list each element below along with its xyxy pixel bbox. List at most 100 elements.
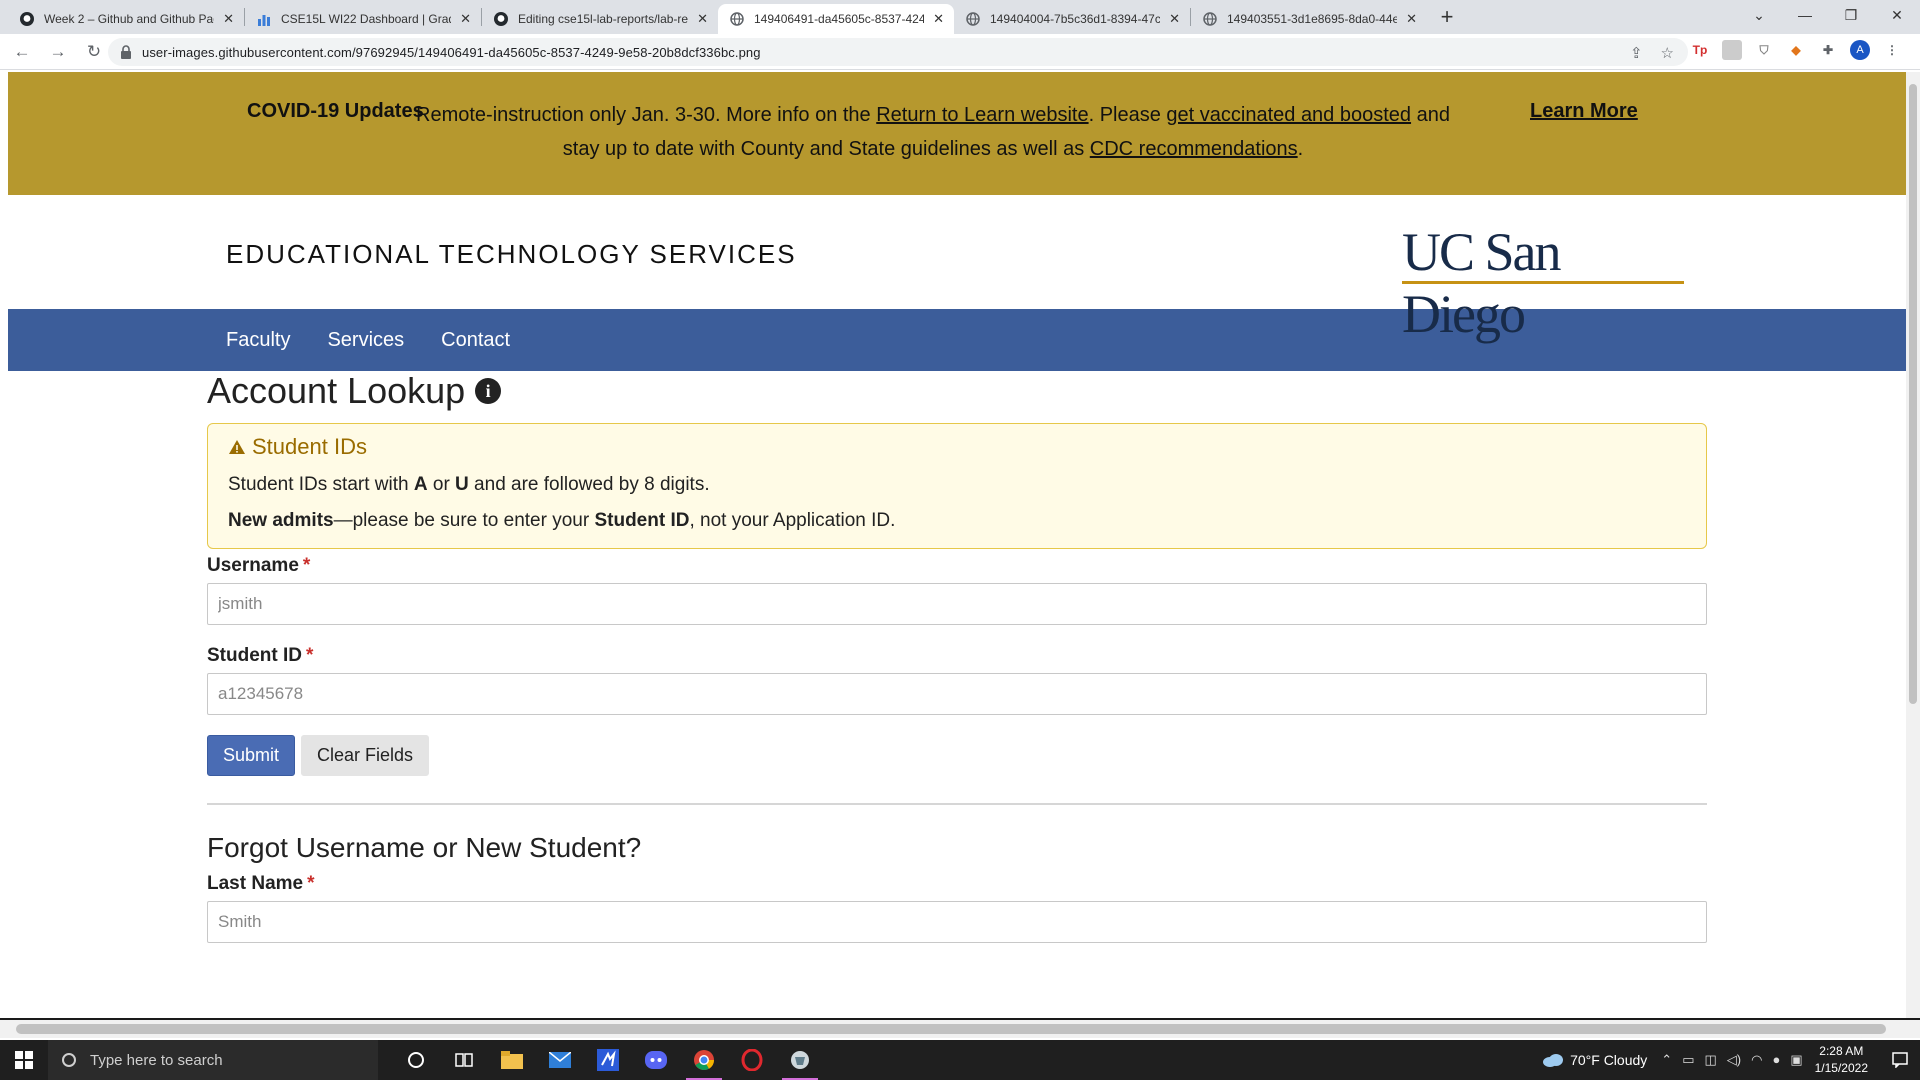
bookmark-star-icon[interactable]: ☆	[1661, 44, 1674, 62]
github-icon	[494, 12, 508, 26]
taskbar-search[interactable]: Type here to search	[48, 1040, 378, 1080]
back-icon[interactable]: ←	[8, 38, 36, 66]
scrollbar-thumb[interactable]	[16, 1024, 1886, 1034]
vertical-scrollbar[interactable]	[1906, 72, 1920, 1018]
alert-text: , not your Application ID.	[689, 510, 896, 531]
close-icon[interactable]: ✕	[697, 11, 708, 27]
clear-fields-button[interactable]: Clear Fields	[301, 735, 430, 776]
alert-text: —please be sure to enter your	[333, 510, 595, 531]
url-text: user-images.githubusercontent.com/976929…	[142, 44, 761, 60]
tray-icons: ⌃ ▭ ◫ ◁) ◠ ● ▣	[1661, 1052, 1802, 1068]
window-close-icon[interactable]: ✕	[1874, 0, 1920, 30]
last-name-label-text: Last Name	[207, 873, 304, 894]
share-icon[interactable]: ⇪	[1630, 44, 1643, 62]
main-nav: Faculty Services Contact	[8, 309, 1906, 371]
close-icon[interactable]: ✕	[1169, 11, 1180, 27]
new-tab-button[interactable]: +	[1433, 3, 1461, 31]
browser-tab[interactable]: Editing cse15l-lab-reports/lab-re ✕	[482, 4, 718, 34]
globe-icon	[730, 12, 744, 26]
file-explorer-icon[interactable]	[488, 1040, 536, 1080]
covid-message: Remote-instruction only Jan. 3-30. More …	[408, 98, 1458, 166]
form-buttons: Submit Clear Fields	[207, 735, 1707, 776]
discord-icon[interactable]	[632, 1040, 680, 1080]
close-icon[interactable]: ✕	[933, 11, 944, 27]
forgot-section-title: Forgot Username or New Student?	[207, 832, 642, 863]
student-id-alert: Student IDs Student IDs start with A or …	[207, 423, 1707, 549]
battery-icon[interactable]: ▭	[1682, 1052, 1694, 1068]
main-content: Account Lookup i Student IDs Student IDs…	[207, 370, 1707, 943]
close-icon[interactable]: ✕	[1406, 11, 1417, 27]
covid-banner: COVID-19 Updates Remote-instruction only…	[8, 72, 1906, 195]
nav-services[interactable]: Services	[327, 329, 404, 352]
scrollbar-thumb[interactable]	[1909, 84, 1917, 704]
site-title[interactable]: EDUCATIONAL TECHNOLOGY SERVICES	[226, 239, 797, 270]
notification-icon[interactable]	[1880, 1040, 1920, 1080]
last-name-label: Last Name *	[207, 873, 1707, 895]
display-icon[interactable]: ▣	[1790, 1052, 1802, 1068]
info-icon[interactable]: i	[475, 378, 502, 404]
weather-text: 70°F Cloudy	[1570, 1052, 1648, 1068]
opera-icon[interactable]	[728, 1040, 776, 1080]
globe-icon	[966, 12, 980, 26]
return-to-learn-link[interactable]: Return to Learn website	[876, 104, 1088, 126]
browser-menu-icon[interactable]: ⋮	[1882, 40, 1902, 60]
browser-tab[interactable]: Week 2 – Github and Github Pag ✕	[8, 4, 244, 34]
extensions-puzzle-icon[interactable]: ✚	[1818, 40, 1838, 60]
chrome-icon[interactable]	[680, 1040, 728, 1080]
wifi-icon[interactable]: ◠	[1751, 1052, 1762, 1068]
horizontal-scrollbar[interactable]	[0, 1018, 1920, 1038]
browser-tab[interactable]: CSE15L WI22 Dashboard | Grade ✕	[245, 4, 481, 34]
site-header: EDUCATIONAL TECHNOLOGY SERVICES UC San D…	[8, 195, 1906, 344]
vaccinated-link[interactable]: get vaccinated and boosted	[1166, 104, 1411, 126]
volume-icon[interactable]: ◁)	[1727, 1052, 1741, 1068]
tab-title: CSE15L WI22 Dashboard | Grade	[281, 12, 451, 26]
weather-widget[interactable]: 70°F Cloudy	[1542, 1052, 1647, 1068]
alert-title: Student IDs	[228, 432, 1686, 462]
restore-icon[interactable]: ❐	[1828, 0, 1874, 30]
github-icon	[20, 12, 34, 26]
student-id-input[interactable]	[207, 673, 1707, 715]
last-name-input[interactable]	[207, 901, 1707, 943]
ucsd-logo[interactable]: UC San Diego	[1402, 221, 1692, 344]
nav-faculty[interactable]: Faculty	[226, 329, 290, 352]
student-id-label: Student ID *	[207, 645, 1707, 667]
address-bar[interactable]: user-images.githubusercontent.com/976929…	[108, 38, 1688, 66]
close-icon[interactable]: ✕	[223, 11, 234, 27]
cdc-link[interactable]: CDC recommendations	[1090, 138, 1298, 160]
extension-grey-icon[interactable]	[1722, 40, 1742, 60]
address-toolbar: ← → ↻ user-images.githubusercontent.com/…	[0, 34, 1920, 70]
mail-icon[interactable]	[536, 1040, 584, 1080]
cortana-icon[interactable]	[392, 1040, 440, 1080]
taskbar-clock[interactable]: 2:28 AM 1/15/2022	[1815, 1043, 1868, 1077]
nav-contact[interactable]: Contact	[441, 329, 510, 352]
browser-tab[interactable]: 149403551-3d1e8695-8da0-44e ✕	[1191, 4, 1427, 34]
close-icon[interactable]: ✕	[460, 11, 471, 27]
alert-bold: U	[455, 474, 469, 495]
windows-start-icon[interactable]	[0, 1040, 48, 1080]
reload-icon[interactable]: ↻	[80, 38, 108, 66]
bar-chart-icon	[258, 15, 270, 26]
browser-tab[interactable]: 149404004-7b5c36d1-8394-47c ✕	[954, 4, 1190, 34]
covid-text: . Please	[1088, 104, 1167, 126]
clock-time: 2:28 AM	[1819, 1044, 1864, 1058]
extension-shield-icon[interactable]: ⛉	[1754, 40, 1774, 60]
username-label-text: Username	[207, 555, 299, 576]
minimize-icon[interactable]: —	[1782, 0, 1828, 30]
extension-tp-icon[interactable]: Tp	[1690, 40, 1710, 60]
alert-bold: New admits	[228, 510, 334, 531]
tab-search-icon[interactable]: ⌄	[1736, 0, 1782, 30]
chevron-up-icon[interactable]: ⌃	[1661, 1052, 1672, 1068]
device-icon[interactable]: ◫	[1704, 1052, 1716, 1068]
extension-fox-icon[interactable]: ◆	[1786, 40, 1806, 60]
learn-more-link[interactable]: Learn More	[1530, 100, 1638, 123]
page-viewport: COVID-19 Updates Remote-instruction only…	[8, 72, 1906, 1018]
task-view-icon[interactable]	[440, 1040, 488, 1080]
submit-button[interactable]: Submit	[207, 735, 296, 776]
app-icon[interactable]	[776, 1040, 824, 1080]
forward-icon[interactable]: →	[44, 38, 72, 66]
microphone-icon[interactable]: ●	[1772, 1052, 1780, 1068]
browser-tab-active[interactable]: 149406491-da45605c-8537-4249 ✕	[718, 4, 954, 34]
visual-studio-icon[interactable]	[584, 1040, 632, 1080]
username-input[interactable]	[207, 583, 1707, 625]
profile-avatar[interactable]: A	[1850, 40, 1870, 60]
